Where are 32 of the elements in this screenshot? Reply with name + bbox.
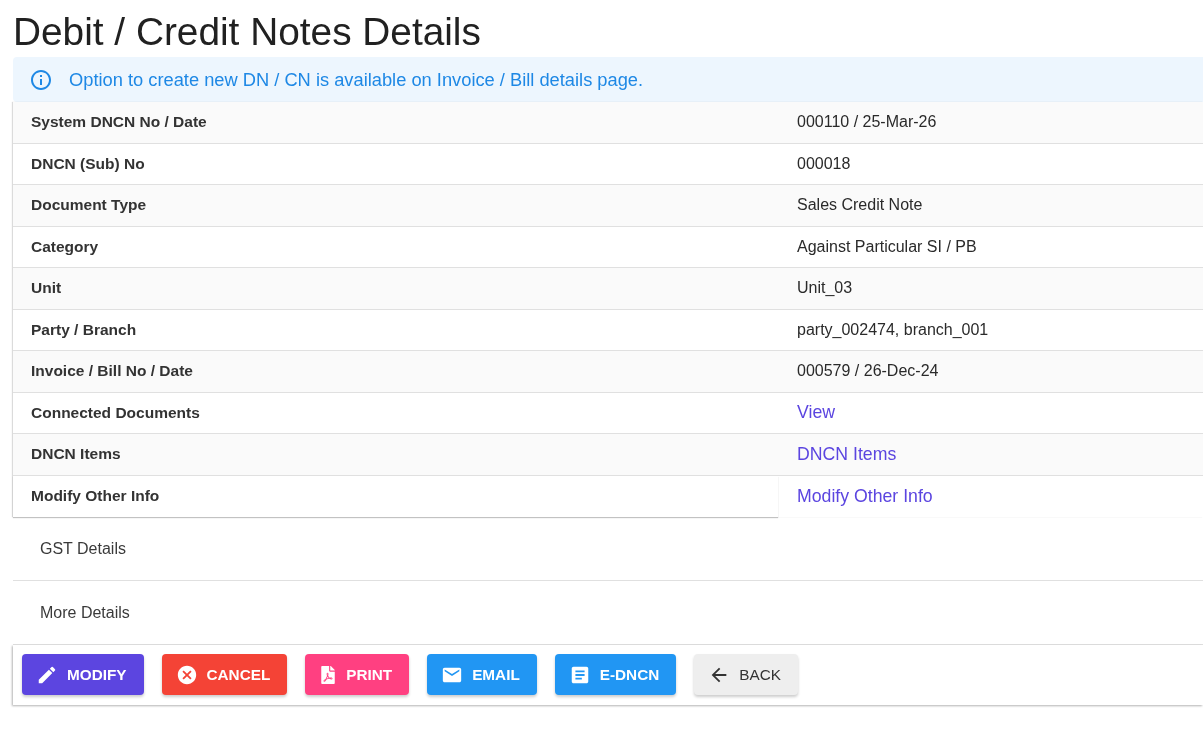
action-button[interactable]: EMAIL: [427, 654, 537, 695]
action-button[interactable]: MODIFY: [22, 654, 144, 695]
action-button[interactable]: PRINT: [305, 654, 410, 695]
detail-label: Category: [30, 236, 100, 257]
detail-link[interactable]: DNCN Items: [797, 443, 897, 465]
detail-value: Against Particular SI / PB: [797, 237, 977, 256]
section-header[interactable]: More Details: [13, 581, 1203, 645]
detail-label: Modify Other Info: [13, 475, 778, 517]
action-button[interactable]: BACK: [694, 654, 798, 695]
detail-value: 000579 / 26-Dec-24: [797, 362, 939, 381]
detail-label: Unit: [30, 278, 63, 299]
detail-label: Connected Documents: [30, 402, 201, 423]
detail-link[interactable]: View: [797, 402, 836, 424]
detail-value: 000110 / 25-Mar-26: [797, 113, 937, 132]
page-title: Debit / Credit Notes Details: [13, 9, 481, 55]
detail-label: DNCN (Sub) No: [30, 153, 146, 174]
pdf-file-icon: [319, 665, 338, 684]
alert-text: Option to create new DN / CN is available on Invoice / Bill details page.: [69, 68, 644, 91]
detail-value: 000018: [797, 154, 851, 173]
info-icon: [29, 67, 53, 92]
detail-label: System DNCN No / Date: [30, 112, 208, 133]
detail-label: Invoice / Bill No / Date: [30, 361, 194, 382]
detail-value: party_002474, branch_001: [797, 320, 989, 339]
detail-value: Unit_03: [797, 279, 853, 298]
section-header[interactable]: GST Details: [13, 517, 1203, 581]
action-button[interactable]: CANCEL: [161, 654, 288, 695]
detail-link[interactable]: Modify Other Info: [797, 485, 933, 507]
detail-label: Document Type: [30, 195, 148, 216]
detail-label: Party / Branch: [30, 319, 138, 340]
detail-label: DNCN Items: [30, 444, 122, 465]
action-button[interactable]: E-DNCN: [554, 654, 677, 695]
detail-value: Sales Credit Note: [797, 196, 923, 215]
